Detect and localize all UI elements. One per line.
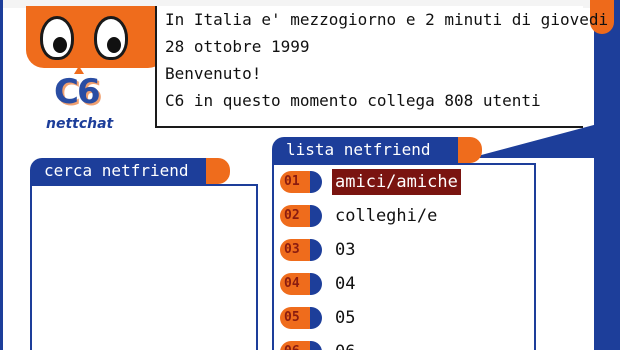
- list-item[interactable]: 04 04: [276, 269, 536, 299]
- lista-tab-cap: [458, 137, 482, 163]
- datetime-line: In Italia e' mezzogiorno e 2 minuti di g…: [165, 10, 609, 29]
- item-badge-tip: [310, 205, 322, 227]
- logo-title: C6: [54, 72, 101, 112]
- lista-list-box: 01 amici/amiche 02 colleghi/e 03 03 04 0…: [272, 163, 536, 350]
- item-label[interactable]: amici/amiche: [332, 169, 461, 195]
- item-badge-tip: [310, 239, 322, 261]
- list-item[interactable]: 03 03: [276, 235, 536, 265]
- item-badge-tip: [310, 273, 322, 295]
- list-item[interactable]: 05 05: [276, 303, 536, 333]
- logo-subtitle: nettchat: [46, 116, 114, 132]
- item-label[interactable]: colleghi/e: [332, 203, 440, 229]
- item-label[interactable]: 05: [332, 305, 358, 331]
- list-item[interactable]: 02 colleghi/e: [276, 201, 536, 231]
- item-label[interactable]: 04: [332, 271, 358, 297]
- date-line: 28 ottobre 1999: [165, 37, 310, 56]
- item-number: 05: [284, 310, 300, 325]
- item-label[interactable]: 06: [332, 339, 358, 350]
- users-count-line: C6 in questo momento collega 808 utenti: [165, 91, 541, 110]
- mascot-left-eye-icon: [40, 16, 74, 60]
- item-number: 04: [284, 276, 300, 291]
- cerca-tab-cap: [206, 158, 230, 184]
- item-number: 03: [284, 242, 300, 257]
- welcome-line: Benvenuto!: [165, 64, 262, 83]
- mascot-right-eye-icon: [94, 16, 128, 60]
- item-badge-tip: [310, 341, 322, 350]
- lista-panel-title: lista netfriend: [272, 137, 462, 163]
- item-badge-tip: [310, 171, 322, 193]
- info-panel: In Italia e' mezzogiorno e 2 minuti di g…: [155, 6, 609, 128]
- item-number: 01: [284, 174, 300, 189]
- item-number: 06: [284, 341, 300, 350]
- item-badge-tip: [310, 307, 322, 329]
- frame-left-border: [0, 0, 3, 350]
- list-item[interactable]: 01 amici/amiche: [276, 167, 536, 197]
- cerca-panel-title: cerca netfriend: [30, 158, 210, 184]
- list-item[interactable]: 06 06: [276, 337, 536, 350]
- item-number: 02: [284, 208, 300, 223]
- logo[interactable]: C6 nettchat: [12, 6, 166, 136]
- item-label[interactable]: 03: [332, 237, 358, 263]
- cerca-search-area[interactable]: [30, 184, 258, 350]
- frame-right-border: [594, 0, 620, 350]
